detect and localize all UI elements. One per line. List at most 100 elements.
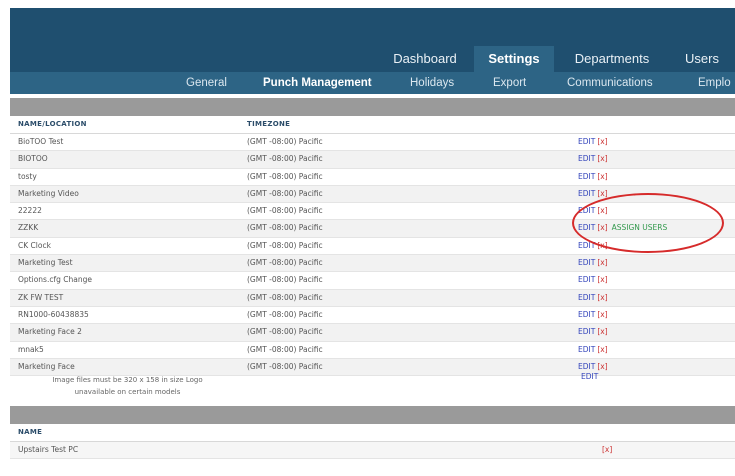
clock-name: tosty [18, 171, 37, 181]
clock-timezone: (GMT -08:00) Pacific [247, 292, 323, 302]
clock-name: BIOTOO [18, 154, 48, 164]
subtab-punch-management[interactable]: Punch Management [263, 72, 372, 94]
delete-link[interactable]: [x] [602, 445, 612, 454]
clock-name: CK Clock [18, 240, 51, 250]
table-row: Marketing Test (GMT -08:00) Pacific EDIT [x… [10, 255, 735, 273]
clock-name: ZZKK [18, 223, 39, 233]
table-row: BioTOO Test (GMT -08:00) Pacific EDIT [x] [10, 134, 735, 152]
delete-link[interactable]: [x] [597, 275, 607, 284]
clock-name: Marketing Video [18, 188, 79, 198]
logo-note-line-2: unavailable on certain models [74, 388, 181, 396]
column-header-name: NAME [18, 428, 43, 436]
delete-link[interactable]: [x] [597, 206, 607, 215]
subtab-holidays[interactable]: Holidays [410, 72, 454, 94]
table-row: Options.cfg Change (GMT -08:00) Pacific ED… [10, 272, 735, 290]
tab-dashboard[interactable]: Dashboard [380, 46, 470, 72]
clock-name: 22222 [18, 206, 42, 216]
subtab-general[interactable]: General [186, 72, 227, 94]
subtab-communications[interactable]: Communications [567, 72, 653, 94]
clocks-table-body: BioTOO Test (GMT -08:00) Pacific EDIT [x] BI… [10, 134, 735, 377]
edit-link[interactable]: EDIT [578, 258, 595, 267]
row-actions: EDIT [x] [578, 151, 608, 167]
main-nav: Dashboard Settings Departments Users [10, 46, 735, 72]
row-actions: EDIT [x] [578, 324, 608, 340]
section-header-bar [10, 98, 735, 116]
clock-timezone: (GMT -08:00) Pacific [247, 240, 323, 250]
clock-timezone: (GMT -08:00) Pacific [247, 275, 323, 285]
logo-edit-link[interactable]: EDIT [581, 372, 598, 381]
subtab-employees[interactable]: Emplo [698, 72, 731, 94]
sub-navigation-bar: General Punch Management Holidays Export… [10, 72, 735, 94]
clock-name: ZK FW TEST [18, 292, 64, 302]
edit-link[interactable]: EDIT [578, 345, 595, 354]
table-row: ZK FW TEST (GMT -08:00) Pacific EDIT [x] [10, 289, 735, 307]
section-header-bar-2 [10, 406, 735, 424]
row-actions: EDIT [x] [578, 134, 608, 150]
pc-name: Upstairs Test PC [18, 445, 79, 454]
edit-link[interactable]: EDIT [578, 293, 595, 302]
tab-settings[interactable]: Settings [474, 46, 554, 72]
clock-name: RN1000-60438835 [18, 309, 89, 319]
delete-link[interactable]: [x] [597, 293, 607, 302]
delete-link[interactable]: [x] [597, 310, 607, 319]
tab-departments[interactable]: Departments [558, 46, 666, 72]
table-row: Upstairs Test PC [x] [10, 442, 735, 460]
row-actions: EDIT [x] [578, 238, 608, 254]
delete-link[interactable]: [x] [597, 189, 607, 198]
clock-timezone: (GMT -08:00) Pacific [247, 258, 323, 268]
edit-link[interactable]: EDIT [578, 206, 595, 215]
column-header-name-location: NAME/LOCATION [18, 120, 87, 128]
table-row: RN1000-60438835 (GMT -08:00) Pacific EDIT[… [10, 307, 735, 325]
table-row: 22222 (GMT -08:00) Pacific EDIT [x] [10, 203, 735, 221]
table-row: mnak5 (GMT -08:00) Pacific EDIT [x] [10, 342, 735, 359]
edit-link[interactable]: EDIT [578, 275, 595, 284]
delete-link[interactable]: [x] [597, 223, 607, 232]
clock-timezone: (GMT -08:00) Pacific [247, 223, 323, 233]
clocks-table-header: NAME/LOCATION TIMEZONE [10, 116, 735, 134]
edit-link[interactable]: EDIT [578, 154, 595, 163]
row-actions: EDIT [x] [578, 255, 608, 271]
table-row: Marketing Video (GMT -08:00) Pacific EDIT[… [10, 185, 735, 204]
edit-link[interactable]: EDIT [578, 189, 595, 198]
clock-timezone: (GMT -08:00) Pacific [247, 344, 323, 354]
table-row: tosty (GMT -08:00) Pacific EDIT [x] [10, 169, 735, 186]
row-actions: EDIT [x] [578, 290, 608, 306]
row-actions: EDIT [x] [578, 307, 608, 323]
pc-table: NAME Upstairs Test PC [x] [10, 424, 735, 460]
clock-timezone: (GMT -08:00) Pacific [247, 154, 323, 164]
edit-link[interactable]: EDIT [578, 241, 595, 250]
table-row: ZZKK (GMT -08:00) Pacific EDIT [x] ASSIGN US… [10, 220, 735, 238]
subtab-export[interactable]: Export [493, 72, 526, 94]
edit-link[interactable]: EDIT [578, 327, 595, 336]
delete-link[interactable]: [x] [597, 241, 607, 250]
delete-link[interactable]: [x] [597, 137, 607, 146]
clock-timezone: (GMT -08:00) Pacific [247, 327, 323, 337]
delete-link[interactable]: [x] [597, 154, 607, 163]
top-navigation-bar: Dashboard Settings Departments Users [10, 8, 735, 72]
logo-note-row: Image files must be 320 x 158 in size Lo… [10, 370, 735, 402]
assign-users-link[interactable]: ASSIGN USERS [612, 223, 668, 232]
clocks-table: NAME/LOCATION TIMEZONE BioTOO Test (GMT -… [10, 116, 735, 377]
row-actions: EDIT [x] [578, 186, 608, 202]
edit-link[interactable]: EDIT [578, 223, 595, 232]
clock-name: Marketing Face 2 [18, 327, 82, 337]
table-row: Marketing Face 2 (GMT -08:00) Pacific EDIT… [10, 324, 735, 342]
edit-link[interactable]: EDIT [578, 310, 595, 319]
logo-note-line-1: Image files must be 320 x 158 in size Lo… [52, 376, 203, 384]
clock-name: mnak5 [18, 344, 44, 354]
clock-timezone: (GMT -08:00) Pacific [247, 171, 323, 181]
row-actions: EDIT [x] ASSIGN USERS [578, 220, 667, 236]
tab-users[interactable]: Users [674, 46, 730, 72]
delete-link[interactable]: [x] [597, 172, 607, 181]
edit-link[interactable]: EDIT [578, 137, 595, 146]
delete-link[interactable]: [x] [597, 345, 607, 354]
clock-timezone: (GMT -08:00) Pacific [247, 188, 323, 198]
pc-table-header: NAME [10, 424, 735, 442]
table-row: BIOTOO (GMT -08:00) Pacific EDIT [x] [10, 151, 735, 169]
edit-link[interactable]: EDIT [578, 172, 595, 181]
clock-timezone: (GMT -08:00) Pacific [247, 137, 323, 146]
delete-link[interactable]: [x] [597, 327, 607, 336]
table-row: CK Clock (GMT -08:00) Pacific EDIT [x] [10, 238, 735, 256]
delete-link[interactable]: [x] [597, 258, 607, 267]
row-actions: EDIT [x] [578, 203, 608, 219]
